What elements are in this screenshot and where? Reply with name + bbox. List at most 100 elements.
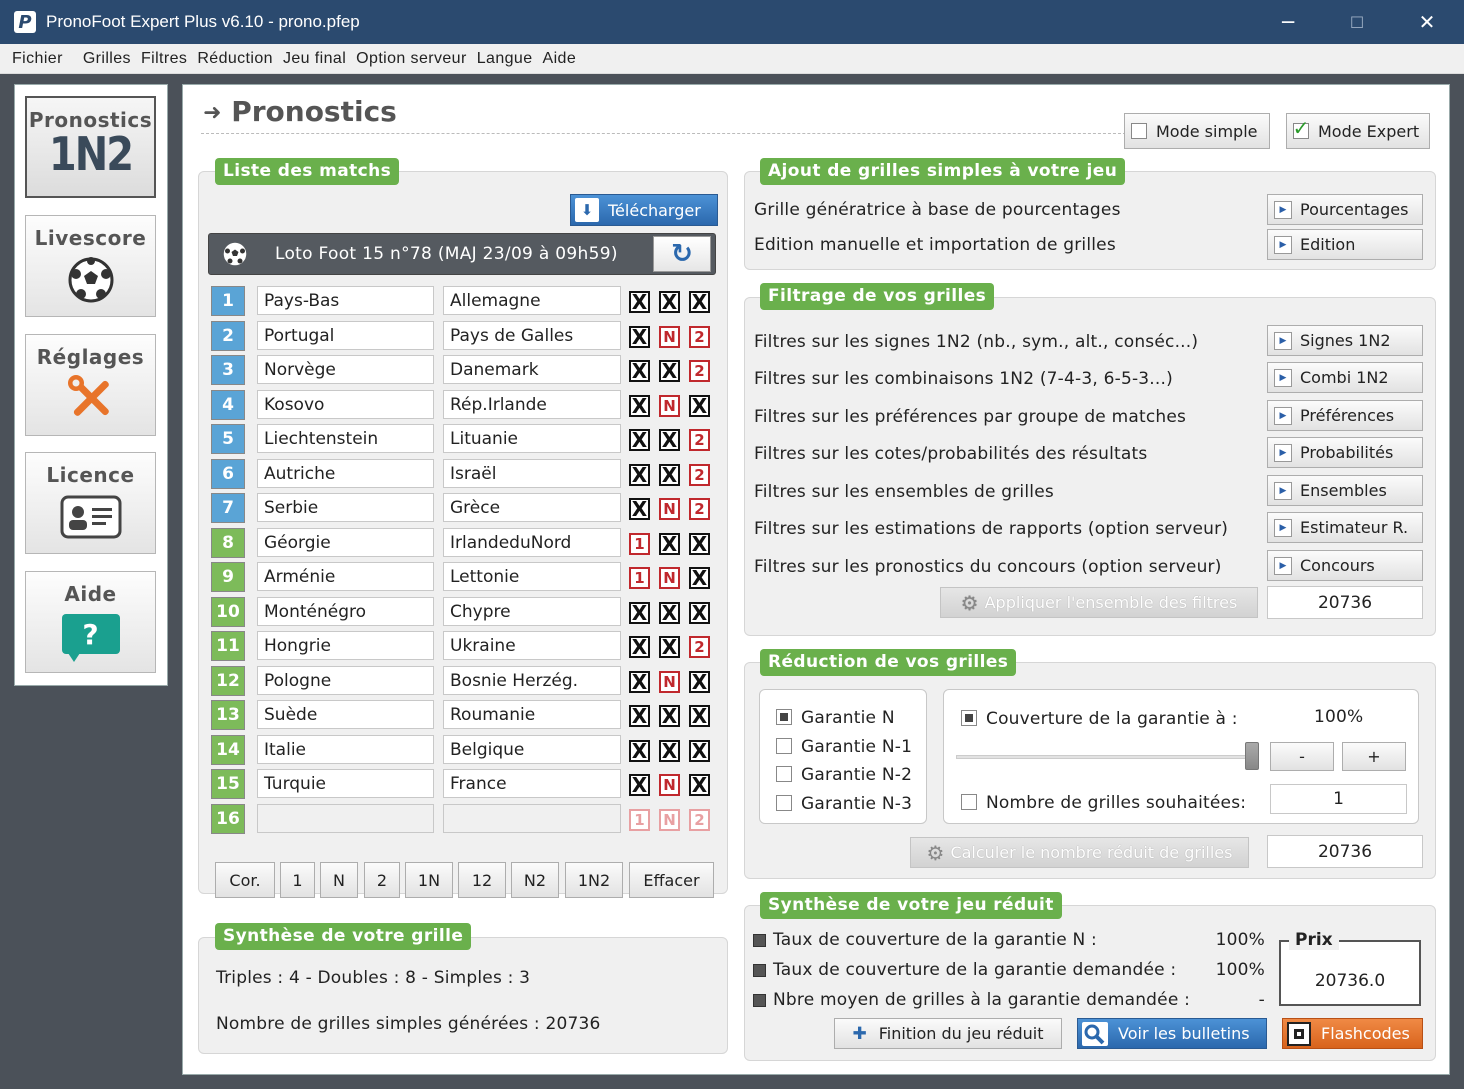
sign-1-checkbox[interactable]: X <box>629 290 650 314</box>
sign-n-checkbox[interactable]: N <box>659 774 680 796</box>
away-team-field[interactable]: Lettonie <box>443 562 621 591</box>
sign-button-1[interactable]: 1 <box>280 862 315 898</box>
pourcentages-button[interactable]: ▶ Pourcentages <box>1267 194 1423 225</box>
view-slips-button[interactable]: Voir les bulletins <box>1077 1018 1267 1049</box>
nav-aide[interactable]: Aide ? <box>25 571 156 673</box>
filter-button-4[interactable]: ▶ Probabilités <box>1267 437 1423 468</box>
home-team-field[interactable]: Norvège <box>257 355 434 384</box>
sign-n-checkbox[interactable]: X <box>659 428 680 452</box>
sign-2-checkbox[interactable]: 2 <box>689 326 710 348</box>
home-team-field[interactable]: Géorgie <box>257 528 434 557</box>
home-team-field[interactable]: Autriche <box>257 459 434 488</box>
flashcodes-button[interactable]: Flashcodes <box>1282 1018 1423 1049</box>
sign-2-checkbox[interactable]: X <box>689 394 710 418</box>
sign-n-checkbox[interactable]: X <box>659 463 680 487</box>
home-team-field[interactable]: Suède <box>257 700 434 729</box>
sign-n-checkbox[interactable]: N <box>659 809 680 831</box>
guarantee-checkbox[interactable] <box>776 709 792 725</box>
sign-n-checkbox[interactable]: N <box>659 498 680 520</box>
nb-grids-field[interactable]: 1 <box>1270 784 1407 814</box>
sign-1-checkbox[interactable]: 1 <box>629 533 650 555</box>
refresh-button[interactable]: ↻ <box>653 236 711 272</box>
sign-n-checkbox[interactable]: X <box>659 532 680 556</box>
sign-1-checkbox[interactable]: X <box>629 601 650 625</box>
menu-reduction[interactable]: Réduction <box>197 50 283 68</box>
home-team-field[interactable]: Pays-Bas <box>257 286 434 315</box>
nb-grids-checkbox[interactable] <box>961 794 977 810</box>
sign-2-checkbox[interactable]: X <box>689 773 710 797</box>
sign-n-checkbox[interactable]: X <box>659 601 680 625</box>
coverage-checkbox[interactable] <box>961 710 977 726</box>
sign-button-n2[interactable]: N2 <box>511 862 559 898</box>
filter-button-5[interactable]: ▶ Ensembles <box>1267 475 1423 506</box>
home-team-field[interactable] <box>257 804 434 833</box>
filter-button-2[interactable]: ▶ Combi 1N2 <box>1267 362 1423 393</box>
sign-n-checkbox[interactable]: X <box>659 359 680 383</box>
away-team-field[interactable] <box>443 804 621 833</box>
edition-button[interactable]: ▶ Edition <box>1267 229 1423 260</box>
sign-2-checkbox[interactable]: X <box>689 566 710 590</box>
sign-n-checkbox[interactable]: X <box>659 290 680 314</box>
sign-2-checkbox[interactable]: 2 <box>689 498 710 520</box>
sign-2-checkbox[interactable]: X <box>689 739 710 763</box>
home-team-field[interactable]: Hongrie <box>257 631 434 660</box>
sign-2-checkbox[interactable]: X <box>689 532 710 556</box>
finish-reduced-game-button[interactable]: ✚ Finition du jeu réduit <box>834 1018 1062 1049</box>
sign-2-checkbox[interactable]: X <box>689 704 710 728</box>
menu-fichier[interactable]: Fichier <box>2 50 73 68</box>
guarantee-checkbox[interactable] <box>776 738 792 754</box>
coverage-slider[interactable] <box>956 755 1252 759</box>
sign-1-checkbox[interactable]: X <box>629 497 650 521</box>
away-team-field[interactable]: Pays de Galles <box>443 321 621 350</box>
filter-button-3[interactable]: ▶ Préférences <box>1267 400 1423 431</box>
filter-button-1[interactable]: ▶ Signes 1N2 <box>1267 325 1423 356</box>
coverage-increase-button[interactable]: + <box>1342 742 1406 771</box>
coverage-decrease-button[interactable]: - <box>1270 742 1334 771</box>
sign-1-checkbox[interactable]: X <box>629 635 650 659</box>
mode-expert-button[interactable]: ✓ Mode Expert <box>1286 113 1430 149</box>
away-team-field[interactable]: Allemagne <box>443 286 621 315</box>
sign-n-checkbox[interactable]: N <box>659 567 680 589</box>
sign-n-checkbox[interactable]: X <box>659 704 680 728</box>
guarantee-checkbox[interactable] <box>776 795 792 811</box>
sign-button-effacer[interactable]: Effacer <box>629 862 714 898</box>
away-team-field[interactable]: Roumanie <box>443 700 621 729</box>
download-button[interactable]: ⬇ Télécharger <box>570 194 718 226</box>
sign-2-checkbox[interactable]: 2 <box>689 809 710 831</box>
sign-2-checkbox[interactable]: X <box>689 670 710 694</box>
away-team-field[interactable]: Ukraine <box>443 631 621 660</box>
sign-1-checkbox[interactable]: X <box>629 394 650 418</box>
home-team-field[interactable]: Monténégro <box>257 597 434 626</box>
sign-n-checkbox[interactable]: X <box>659 739 680 763</box>
menu-option-serveur[interactable]: Option serveur <box>356 50 477 68</box>
maximize-button[interactable]: ☐ <box>1322 0 1392 44</box>
mode-simple-button[interactable]: Mode simple <box>1124 113 1270 149</box>
minimize-button[interactable]: ─ <box>1253 0 1323 44</box>
sign-n-checkbox[interactable]: N <box>659 671 680 693</box>
sign-2-checkbox[interactable]: X <box>689 290 710 314</box>
away-team-field[interactable]: Israël <box>443 459 621 488</box>
home-team-field[interactable]: Arménie <box>257 562 434 591</box>
mode-simple-checkbox[interactable] <box>1131 123 1147 139</box>
home-team-field[interactable]: Turquie <box>257 769 434 798</box>
home-team-field[interactable]: Kosovo <box>257 390 434 419</box>
away-team-field[interactable]: Danemark <box>443 355 621 384</box>
home-team-field[interactable]: Portugal <box>257 321 434 350</box>
sign-button-12[interactable]: 12 <box>458 862 506 898</box>
close-button[interactable]: ✕ <box>1392 0 1462 44</box>
menu-filtres[interactable]: Filtres <box>141 50 197 68</box>
sign-button-1n2[interactable]: 1N2 <box>565 862 623 898</box>
sign-1-checkbox[interactable]: X <box>629 739 650 763</box>
home-team-field[interactable]: Serbie <box>257 493 434 522</box>
nav-reglages[interactable]: Réglages <box>25 334 156 436</box>
sign-2-checkbox[interactable]: 2 <box>689 464 710 486</box>
sign-1-checkbox[interactable]: X <box>629 325 650 349</box>
sign-button-cor[interactable]: Cor. <box>215 862 275 898</box>
sign-2-checkbox[interactable]: 2 <box>689 429 710 451</box>
sign-1-checkbox[interactable]: X <box>629 359 650 383</box>
home-team-field[interactable]: Liechtenstein <box>257 424 434 453</box>
sign-button-n[interactable]: N <box>320 862 358 898</box>
away-team-field[interactable]: France <box>443 769 621 798</box>
away-team-field[interactable]: Rép.Irlande <box>443 390 621 419</box>
away-team-field[interactable]: Lituanie <box>443 424 621 453</box>
